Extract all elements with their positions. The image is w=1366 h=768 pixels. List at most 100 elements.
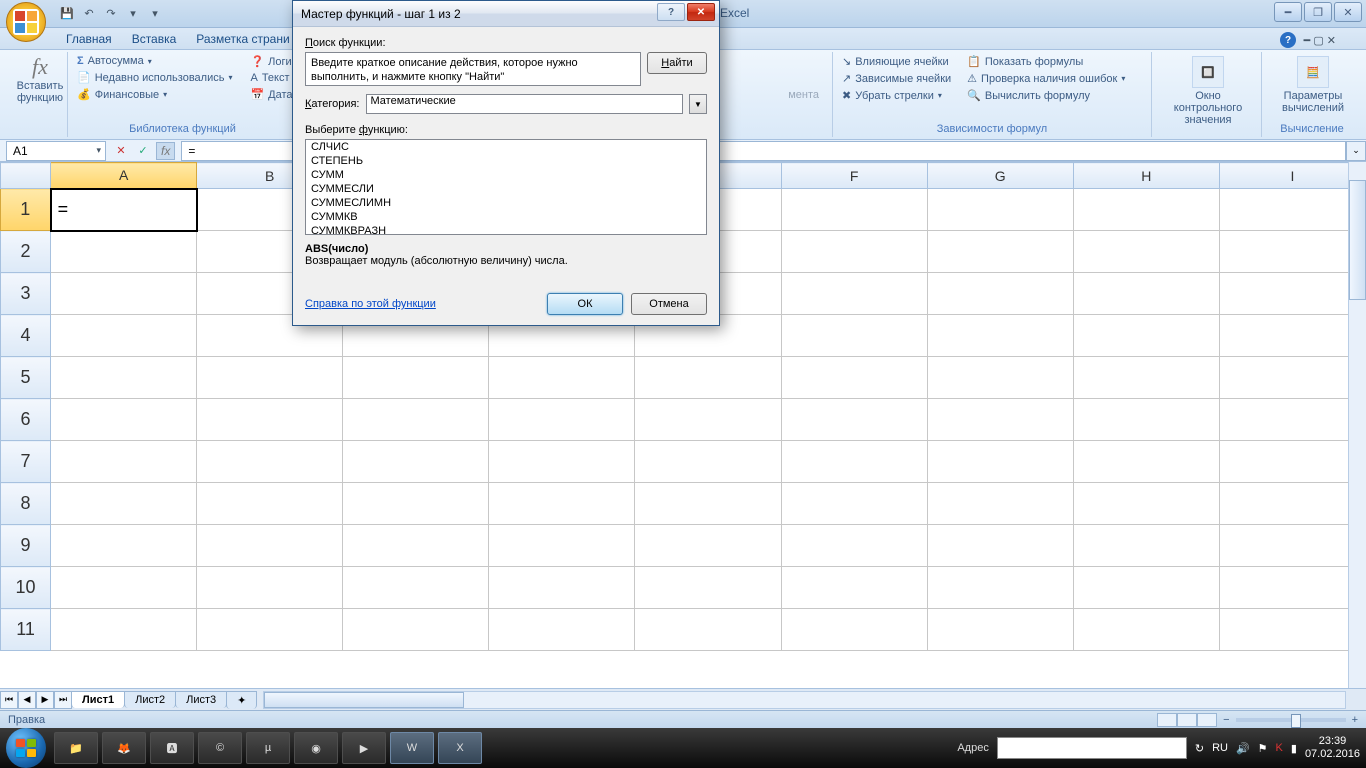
qat-more-icon[interactable]: ▾ — [146, 5, 164, 23]
cell[interactable] — [781, 525, 927, 567]
cell[interactable] — [343, 525, 489, 567]
row-header[interactable]: 11 — [1, 609, 51, 651]
close-button[interactable]: ✕ — [1334, 2, 1362, 22]
col-header-a[interactable]: A — [51, 163, 197, 189]
sheet-tab-1[interactable]: Лист1 — [71, 691, 125, 708]
row-header[interactable]: 9 — [1, 525, 51, 567]
cell[interactable] — [51, 315, 197, 357]
cell[interactable] — [635, 483, 781, 525]
search-textbox[interactable]: Введите краткое описание действия, котор… — [305, 52, 641, 86]
address-box[interactable] — [997, 737, 1187, 759]
row-header[interactable]: 6 — [1, 399, 51, 441]
list-item[interactable]: СУММЕСЛИМН — [306, 196, 706, 210]
cell[interactable] — [1219, 231, 1365, 273]
task-app2[interactable]: © — [198, 732, 242, 764]
cell[interactable] — [197, 567, 343, 609]
cell[interactable] — [489, 567, 635, 609]
cell[interactable] — [343, 441, 489, 483]
cell[interactable] — [927, 399, 1073, 441]
vertical-scrollbar[interactable] — [1348, 162, 1366, 688]
list-item[interactable]: СЛЧИС — [306, 140, 706, 154]
function-listbox[interactable]: СЛЧИС СТЕПЕНЬ СУММ СУММЕСЛИ СУММЕСЛИМН С… — [305, 139, 707, 235]
zoom-slider[interactable] — [1236, 718, 1346, 722]
sheet-nav-prev[interactable]: ◀ — [18, 691, 36, 709]
cell[interactable] — [51, 273, 197, 315]
doc-minimize-icon[interactable]: ━ ▢ ✕ — [1304, 34, 1336, 47]
cell[interactable] — [51, 483, 197, 525]
task-media[interactable]: ▶ — [342, 732, 386, 764]
dialog-close-button[interactable]: ✕ — [687, 3, 715, 21]
horizontal-scrollbar[interactable] — [263, 691, 1346, 709]
ok-button[interactable]: ОК — [547, 293, 623, 315]
list-item[interactable]: СТЕПЕНЬ — [306, 154, 706, 168]
error-check-button[interactable]: ⚠ Проверка наличия ошибок ▾ — [964, 71, 1128, 86]
task-app1[interactable]: 🅰 — [150, 732, 194, 764]
cell[interactable] — [1073, 525, 1219, 567]
trace-precedents-button[interactable]: ↘ Влияющие ячейки — [839, 54, 954, 69]
cell[interactable] — [1219, 567, 1365, 609]
cell[interactable] — [781, 357, 927, 399]
cell[interactable] — [927, 525, 1073, 567]
dialog-title-bar[interactable]: Мастер функций - шаг 1 из 2 ? ✕ — [293, 1, 719, 27]
cell[interactable] — [1219, 273, 1365, 315]
cell[interactable] — [489, 609, 635, 651]
undo-icon[interactable]: ↶ — [80, 5, 98, 23]
cell[interactable] — [51, 357, 197, 399]
cell[interactable] — [781, 609, 927, 651]
tab-home[interactable]: Главная — [56, 29, 122, 49]
office-button[interactable] — [6, 2, 46, 42]
cell[interactable] — [781, 231, 927, 273]
cancel-button[interactable]: Отмена — [631, 293, 707, 315]
cell[interactable] — [1219, 399, 1365, 441]
list-item[interactable]: СУММКВ — [306, 210, 706, 224]
zoom-out-icon[interactable]: − — [1223, 714, 1229, 726]
tray-flag-icon[interactable]: ⚑ — [1258, 742, 1268, 755]
recent-functions-button[interactable]: 📄 Недавно использовались ▾ — [74, 70, 235, 85]
cell[interactable] — [343, 567, 489, 609]
cell[interactable] — [927, 483, 1073, 525]
calc-options-button[interactable]: 🧮 Параметры вычислений — [1268, 54, 1358, 116]
cell[interactable] — [197, 399, 343, 441]
cell[interactable] — [927, 315, 1073, 357]
find-button[interactable]: Найти — [647, 52, 707, 74]
cell[interactable] — [1073, 567, 1219, 609]
col-header-i[interactable]: I — [1219, 163, 1365, 189]
cell[interactable] — [781, 441, 927, 483]
maximize-button[interactable]: ❐ — [1304, 2, 1332, 22]
cell[interactable] — [1073, 357, 1219, 399]
view-break-icon[interactable] — [1197, 713, 1217, 727]
sheet-tab-2[interactable]: Лист2 — [124, 691, 176, 708]
cell[interactable] — [1219, 357, 1365, 399]
col-header-g[interactable]: G — [927, 163, 1073, 189]
cell[interactable] — [1073, 189, 1219, 231]
qat-dropdown-icon[interactable]: ▾ — [124, 5, 142, 23]
row-header[interactable]: 7 — [1, 441, 51, 483]
tray-refresh-icon[interactable]: ↻ — [1195, 742, 1204, 755]
select-all-corner[interactable] — [1, 163, 51, 189]
category-dropdown-icon[interactable]: ▼ — [689, 94, 707, 114]
watch-window-button[interactable]: 🔲 Окно контрольного значения — [1158, 54, 1258, 128]
sheet-nav-first[interactable]: ⏮ — [0, 691, 18, 709]
cancel-formula-icon[interactable]: ✕ — [112, 142, 130, 160]
tray-network-icon[interactable]: ▮ — [1291, 742, 1297, 755]
cell[interactable] — [489, 441, 635, 483]
sheet-tab-new[interactable]: ✦ — [226, 691, 257, 709]
cell[interactable] — [781, 189, 927, 231]
tab-layout[interactable]: Разметка страни — [186, 29, 299, 49]
sheet-nav-next[interactable]: ▶ — [36, 691, 54, 709]
cell[interactable] — [51, 399, 197, 441]
minimize-button[interactable]: ━ — [1274, 2, 1302, 22]
cell[interactable] — [635, 567, 781, 609]
start-button[interactable] — [6, 728, 46, 768]
zoom-in-icon[interactable]: + — [1352, 714, 1358, 726]
col-header-h[interactable]: H — [1073, 163, 1219, 189]
task-word[interactable]: W — [390, 732, 434, 764]
evaluate-button[interactable]: 🔍 Вычислить формулу — [964, 88, 1128, 103]
cell[interactable] — [489, 357, 635, 399]
row-header[interactable]: 10 — [1, 567, 51, 609]
cell[interactable] — [343, 609, 489, 651]
category-select[interactable]: Математические — [366, 94, 684, 114]
cell[interactable] — [781, 273, 927, 315]
cell[interactable] — [635, 525, 781, 567]
cell[interactable] — [1219, 483, 1365, 525]
